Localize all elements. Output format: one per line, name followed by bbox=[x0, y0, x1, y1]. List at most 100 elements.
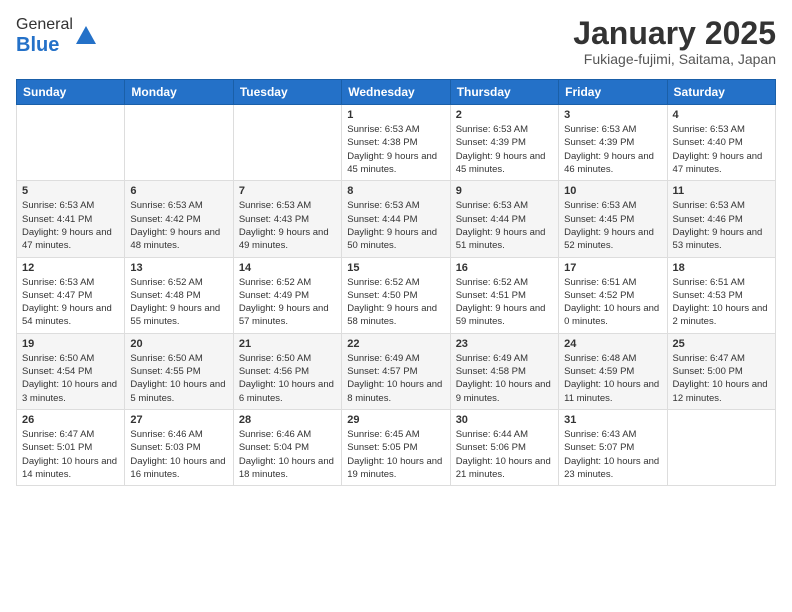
calendar-cell bbox=[667, 409, 775, 485]
calendar-cell: 21Sunrise: 6:50 AM Sunset: 4:56 PM Dayli… bbox=[233, 333, 341, 409]
calendar-cell: 13 Sunrise: 6:52 AM Sunset: 4:48 PM Dayli… bbox=[125, 257, 233, 333]
weekday-header-sunday: Sunday bbox=[17, 80, 125, 105]
logo-general-text: General bbox=[16, 16, 73, 33]
calendar-cell bbox=[17, 105, 125, 181]
day-number: 28 bbox=[239, 414, 336, 426]
day-number: 12 bbox=[22, 262, 119, 274]
day-info: Sunrise: 6:51 AM Sunset: 4:53 PM Dayligh… bbox=[673, 276, 770, 329]
calendar-week-row: 1Sunrise: 6:53 AM Sunset: 4:38 PM Daylig… bbox=[17, 105, 776, 181]
day-info: Sunrise: 6:45 AM Sunset: 5:05 PM Dayligh… bbox=[347, 428, 444, 481]
day-number: 29 bbox=[347, 414, 444, 426]
day-number: 9 bbox=[456, 185, 553, 197]
day-info: Sunrise: 6:50 AM Sunset: 4:55 PM Dayligh… bbox=[130, 352, 227, 405]
day-number: 24 bbox=[564, 338, 661, 350]
day-info: Sunrise: 6:48 AM Sunset: 4:59 PM Dayligh… bbox=[564, 352, 661, 405]
location-text: Fukiage-fujimi, Saitama, Japan bbox=[573, 51, 776, 67]
calendar-cell: 18 Sunrise: 6:51 AM Sunset: 4:53 PM Dayli… bbox=[667, 257, 775, 333]
weekday-header-friday: Friday bbox=[559, 80, 667, 105]
day-info: Sunrise: 6:49 AM Sunset: 4:57 PM Dayligh… bbox=[347, 352, 444, 405]
calendar-cell: 14Sunrise: 6:52 AM Sunset: 4:49 PM Dayli… bbox=[233, 257, 341, 333]
day-number: 11 bbox=[673, 185, 770, 197]
logo-blue-text: Blue bbox=[16, 34, 59, 56]
calendar-cell: 9 Sunrise: 6:53 AM Sunset: 4:44 PM Daylig… bbox=[450, 181, 558, 257]
weekday-header-monday: Monday bbox=[125, 80, 233, 105]
calendar-cell: 8 Sunrise: 6:53 AM Sunset: 4:44 PM Daylig… bbox=[342, 181, 450, 257]
calendar-cell: 15Sunrise: 6:52 AM Sunset: 4:50 PM Dayli… bbox=[342, 257, 450, 333]
title-section: January 2025 Fukiage-fujimi, Saitama, Ja… bbox=[573, 16, 776, 67]
day-info: Sunrise: 6:53 AM Sunset: 4:42 PM Dayligh… bbox=[130, 199, 227, 252]
calendar-cell bbox=[233, 105, 341, 181]
calendar-week-row: 19Sunrise: 6:50 AM Sunset: 4:54 PM Dayli… bbox=[17, 333, 776, 409]
day-info: Sunrise: 6:43 AM Sunset: 5:07 PM Dayligh… bbox=[564, 428, 661, 481]
calendar-cell: 23 Sunrise: 6:49 AM Sunset: 4:58 PM Dayli… bbox=[450, 333, 558, 409]
day-info: Sunrise: 6:47 AM Sunset: 5:00 PM Dayligh… bbox=[673, 352, 770, 405]
calendar-cell: 5 Sunrise: 6:53 AM Sunset: 4:41 PM Daylig… bbox=[17, 181, 125, 257]
day-info: Sunrise: 6:53 AM Sunset: 4:40 PM Dayligh… bbox=[673, 123, 770, 176]
day-number: 15 bbox=[347, 262, 444, 274]
day-number: 18 bbox=[673, 262, 770, 274]
calendar-cell: 3Sunrise: 6:53 AM Sunset: 4:39 PM Daylig… bbox=[559, 105, 667, 181]
day-number: 31 bbox=[564, 414, 661, 426]
day-info: Sunrise: 6:50 AM Sunset: 4:56 PM Dayligh… bbox=[239, 352, 336, 405]
day-number: 22 bbox=[347, 338, 444, 350]
day-info: Sunrise: 6:49 AM Sunset: 4:58 PM Dayligh… bbox=[456, 352, 553, 405]
day-info: Sunrise: 6:53 AM Sunset: 4:39 PM Dayligh… bbox=[456, 123, 553, 176]
day-number: 6 bbox=[130, 185, 227, 197]
day-number: 30 bbox=[456, 414, 553, 426]
day-number: 19 bbox=[22, 338, 119, 350]
calendar-cell: 28Sunrise: 6:46 AM Sunset: 5:04 PM Dayli… bbox=[233, 409, 341, 485]
day-info: Sunrise: 6:51 AM Sunset: 4:52 PM Dayligh… bbox=[564, 276, 661, 329]
calendar-cell: 7Sunrise: 6:53 AM Sunset: 4:43 PM Daylig… bbox=[233, 181, 341, 257]
day-info: Sunrise: 6:52 AM Sunset: 4:49 PM Dayligh… bbox=[239, 276, 336, 329]
month-title: January 2025 bbox=[573, 16, 776, 51]
logo: General Blue bbox=[16, 16, 96, 57]
page-header: General Blue January 2025 Fukiage-fujimi… bbox=[16, 16, 776, 67]
day-number: 10 bbox=[564, 185, 661, 197]
calendar-cell: 1Sunrise: 6:53 AM Sunset: 4:38 PM Daylig… bbox=[342, 105, 450, 181]
calendar-week-row: 12 Sunrise: 6:53 AM Sunset: 4:47 PM Dayli… bbox=[17, 257, 776, 333]
weekday-header-row: SundayMondayTuesdayWednesdayThursdayFrid… bbox=[17, 80, 776, 105]
calendar-cell: 4Sunrise: 6:53 AM Sunset: 4:40 PM Daylig… bbox=[667, 105, 775, 181]
day-info: Sunrise: 6:46 AM Sunset: 5:03 PM Dayligh… bbox=[130, 428, 227, 481]
day-number: 26 bbox=[22, 414, 119, 426]
calendar-cell: 17 Sunrise: 6:51 AM Sunset: 4:52 PM Dayli… bbox=[559, 257, 667, 333]
day-info: Sunrise: 6:52 AM Sunset: 4:51 PM Dayligh… bbox=[456, 276, 553, 329]
calendar-cell: 22 Sunrise: 6:49 AM Sunset: 4:57 PM Dayli… bbox=[342, 333, 450, 409]
calendar-cell: 30 Sunrise: 6:44 AM Sunset: 5:06 PM Dayli… bbox=[450, 409, 558, 485]
day-number: 16 bbox=[456, 262, 553, 274]
calendar-cell: 20 Sunrise: 6:50 AM Sunset: 4:55 PM Dayli… bbox=[125, 333, 233, 409]
day-info: Sunrise: 6:53 AM Sunset: 4:41 PM Dayligh… bbox=[22, 199, 119, 252]
weekday-header-thursday: Thursday bbox=[450, 80, 558, 105]
day-number: 20 bbox=[130, 338, 227, 350]
day-info: Sunrise: 6:53 AM Sunset: 4:45 PM Dayligh… bbox=[564, 199, 661, 252]
calendar-cell: 27 Sunrise: 6:46 AM Sunset: 5:03 PM Dayli… bbox=[125, 409, 233, 485]
calendar-cell: 16 Sunrise: 6:52 AM Sunset: 4:51 PM Dayli… bbox=[450, 257, 558, 333]
day-number: 23 bbox=[456, 338, 553, 350]
calendar-cell: 12 Sunrise: 6:53 AM Sunset: 4:47 PM Dayli… bbox=[17, 257, 125, 333]
calendar-cell bbox=[125, 105, 233, 181]
day-info: Sunrise: 6:47 AM Sunset: 5:01 PM Dayligh… bbox=[22, 428, 119, 481]
day-info: Sunrise: 6:52 AM Sunset: 4:48 PM Dayligh… bbox=[130, 276, 227, 329]
day-number: 8 bbox=[347, 185, 444, 197]
day-info: Sunrise: 6:44 AM Sunset: 5:06 PM Dayligh… bbox=[456, 428, 553, 481]
calendar-cell: 11 Sunrise: 6:53 AM Sunset: 4:46 PM Dayli… bbox=[667, 181, 775, 257]
day-info: Sunrise: 6:53 AM Sunset: 4:44 PM Dayligh… bbox=[456, 199, 553, 252]
calendar-cell: 6 Sunrise: 6:53 AM Sunset: 4:42 PM Daylig… bbox=[125, 181, 233, 257]
day-number: 2 bbox=[456, 109, 553, 121]
day-number: 3 bbox=[564, 109, 661, 121]
calendar-cell: 24 Sunrise: 6:48 AM Sunset: 4:59 PM Dayli… bbox=[559, 333, 667, 409]
day-number: 17 bbox=[564, 262, 661, 274]
calendar-cell: 29 Sunrise: 6:45 AM Sunset: 5:05 PM Dayli… bbox=[342, 409, 450, 485]
day-info: Sunrise: 6:53 AM Sunset: 4:46 PM Dayligh… bbox=[673, 199, 770, 252]
day-number: 13 bbox=[130, 262, 227, 274]
day-number: 27 bbox=[130, 414, 227, 426]
weekday-header-wednesday: Wednesday bbox=[342, 80, 450, 105]
day-number: 5 bbox=[22, 185, 119, 197]
day-info: Sunrise: 6:53 AM Sunset: 4:44 PM Dayligh… bbox=[347, 199, 444, 252]
day-info: Sunrise: 6:53 AM Sunset: 4:38 PM Dayligh… bbox=[347, 123, 444, 176]
day-info: Sunrise: 6:53 AM Sunset: 4:47 PM Dayligh… bbox=[22, 276, 119, 329]
day-number: 7 bbox=[239, 185, 336, 197]
calendar-week-row: 5 Sunrise: 6:53 AM Sunset: 4:41 PM Daylig… bbox=[17, 181, 776, 257]
calendar-cell: 31 Sunrise: 6:43 AM Sunset: 5:07 PM Dayli… bbox=[559, 409, 667, 485]
calendar-week-row: 26 Sunrise: 6:47 AM Sunset: 5:01 PM Dayli… bbox=[17, 409, 776, 485]
